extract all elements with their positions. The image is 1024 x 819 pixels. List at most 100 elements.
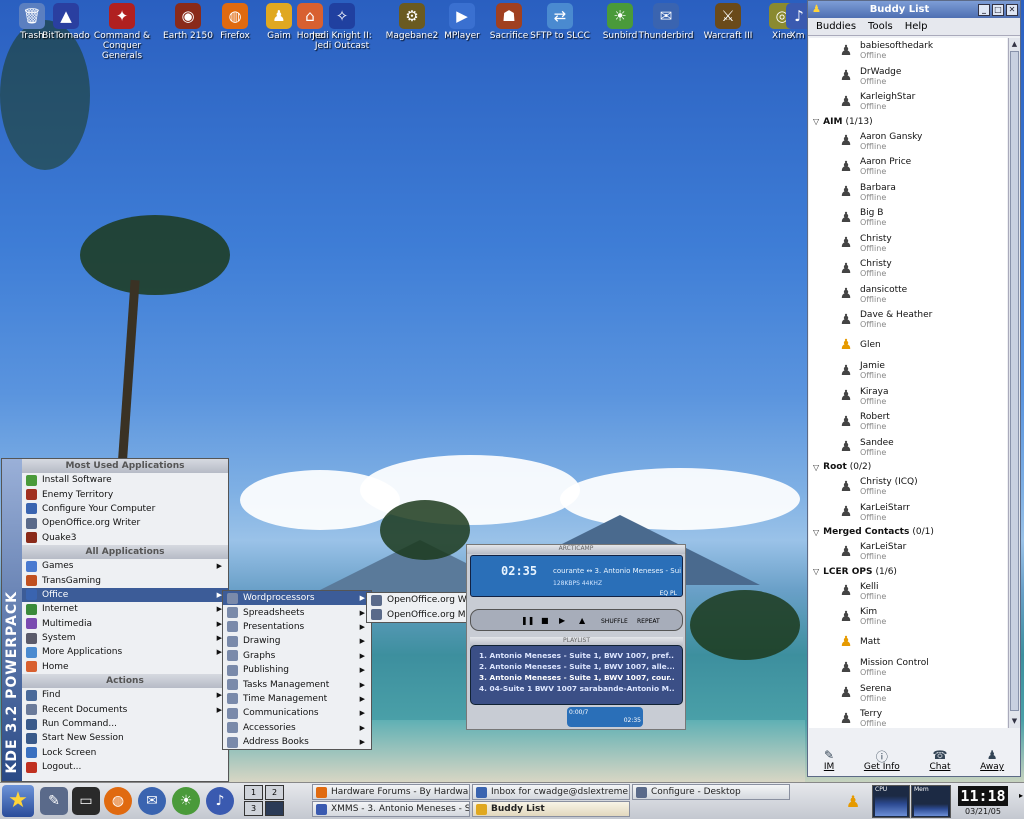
submenu-item-communications[interactable]: Communications ▶ (223, 706, 371, 720)
buddy-group[interactable]: ▽ Root (0/2) (809, 460, 1007, 474)
submenu-item-publishing[interactable]: Publishing ▶ (223, 663, 371, 677)
buddy-item[interactable]: ♟ Christy (ICQ) Offline (809, 474, 1007, 500)
minimize-icon[interactable]: _ (978, 3, 990, 16)
menu-item-start-new-session[interactable]: Start New Session (22, 731, 228, 745)
submenu-item-graphs[interactable]: Graphs ▶ (223, 649, 371, 663)
pause-icon[interactable]: ❚❚ (521, 616, 534, 625)
buddy-group[interactable]: ▽ AIM (1/13) (809, 115, 1007, 129)
submenu-item-address-books[interactable]: Address Books ▶ (223, 735, 371, 749)
repeat-button[interactable]: REPEAT (637, 618, 660, 625)
maximize-icon[interactable]: □ (992, 3, 1004, 16)
buddy-item[interactable]: ♟ Terry Offline (809, 706, 1007, 728)
get-info-button[interactable]: ⓘ Get Info (864, 748, 900, 772)
buddy-item[interactable]: ♟ Aaron Gansky Offline (809, 129, 1007, 155)
playlist-track[interactable]: 4. 04-Suite 1 BWV 1007 sarabande-Antonio… (479, 683, 674, 694)
eject-icon[interactable]: ▲ (579, 616, 585, 625)
shuffle-button[interactable]: SHUFFLE (601, 618, 628, 625)
menu-item-find[interactable]: Find ▶ (22, 688, 228, 702)
submenu-item-spreadsheets[interactable]: Spreadsheets ▶ (223, 605, 371, 619)
submenu-item-wordprocessors[interactable]: Wordprocessors ▶ (223, 591, 371, 606)
close-icon[interactable]: ✕ (1006, 3, 1018, 16)
menu-item-home[interactable]: Home (22, 660, 228, 674)
buddy-item[interactable]: ♟ Kiraya Offline (809, 384, 1007, 410)
stop-icon[interactable]: ■ (541, 616, 549, 625)
buddy-item[interactable]: ♟ Barbara Offline (809, 180, 1007, 206)
eq-button[interactable]: EQ (660, 590, 669, 597)
taskbar-task[interactable]: Inbox for cwadge@dslextreme.c (472, 784, 630, 800)
clock[interactable]: 11:18 03/21/05 (955, 785, 1011, 818)
playlist-track[interactable]: 2. Antonio Meneses - Suite 1, BWV 1007, … (479, 661, 674, 672)
menu-item-quake3[interactable]: Quake3 (22, 531, 228, 545)
chat-button[interactable]: ☎ Chat (929, 748, 950, 772)
quicklaunch-xmms-icon[interactable]: ♪ (206, 787, 234, 815)
desktop-icon[interactable]: ✧ Jedi Knight II: Jedi Outcast (312, 2, 372, 51)
menu-buddies[interactable]: Buddies (816, 21, 856, 32)
desktop-2[interactable]: 2 (265, 785, 284, 800)
buddy-item[interactable]: ♟ dansicotte Offline (809, 282, 1007, 308)
menu-item-recent-documents[interactable]: Recent Documents ▶ (22, 702, 228, 716)
desktop-icon[interactable]: ✉ Thunderbird (636, 2, 696, 41)
buddy-item[interactable]: ♟ Mission Control Offline (809, 655, 1007, 681)
panel-hide-icon[interactable]: ▸ (1019, 791, 1023, 800)
menu-item-internet[interactable]: Internet ▶ (22, 602, 228, 616)
im-button[interactable]: ✎ IM (824, 748, 834, 772)
buddy-item[interactable]: ♟ Aaron Price Offline (809, 154, 1007, 180)
kde-menu-button[interactable]: ★ (2, 785, 34, 817)
buddy-item[interactable]: ♟ Serena Offline (809, 681, 1007, 707)
buddy-list-scrollbar[interactable]: ▲ ▼ (1008, 38, 1020, 728)
menu-tools[interactable]: Tools (868, 21, 893, 32)
expand-triangle-icon[interactable]: ▽ (813, 463, 819, 472)
desktop-icon[interactable]: ✦ Command & Conquer Generals (92, 2, 152, 61)
desktop-icon[interactable]: ▲ BitTornado (36, 2, 96, 41)
buddy-item[interactable]: ♟ DrWadge Offline (809, 64, 1007, 90)
buddy-group[interactable]: ▽ Merged Contacts (0/1) (809, 525, 1007, 539)
expand-triangle-icon[interactable]: ▽ (813, 528, 819, 537)
scroll-down-icon[interactable]: ▼ (1010, 716, 1019, 727)
scroll-thumb[interactable] (1010, 51, 1019, 711)
menu-item-system[interactable]: System ▶ (22, 631, 228, 645)
buddy-item[interactable]: ♟ Jamie Offline (809, 358, 1007, 384)
buddy-item[interactable]: ♟ Matt (809, 630, 1007, 656)
buddy-group[interactable]: ▽ LCER OPS (1/6) (809, 565, 1007, 579)
menu-item-games[interactable]: Games ▶ (22, 559, 228, 573)
buddy-item[interactable]: ♟ babiesofthedark Offline (809, 38, 1007, 64)
xmms-titlebar[interactable]: ARCTICAMP (467, 545, 685, 554)
taskbar-task[interactable]: XMMS - 3. Antonio Meneses - Suit (312, 801, 470, 817)
menu-item-transgaming[interactable]: TransGaming (22, 573, 228, 587)
pl-button[interactable]: PL (670, 590, 677, 597)
away-button[interactable]: ♟ Away (980, 748, 1004, 772)
menu-item-enemy-territory[interactable]: Enemy Territory (22, 487, 228, 501)
playlist-track[interactable]: 1. Antonio Meneses - Suite 1, BWV 1007, … (479, 650, 674, 661)
buddy-item[interactable]: ♟ KarLeiStarr Offline (809, 500, 1007, 526)
buddy-item[interactable]: ♟ Sandee Offline (809, 435, 1007, 461)
buddy-item[interactable]: ♟ Glen (809, 333, 1007, 359)
buddy-item[interactable]: ♟ Dave & Heather Offline (809, 307, 1007, 333)
submenu-item-tasks-management[interactable]: Tasks Management ▶ (223, 677, 371, 691)
next-icon[interactable]: ▶ (559, 616, 565, 625)
menu-help[interactable]: Help (905, 21, 928, 32)
buddy-item[interactable]: ♟ Christy Offline (809, 256, 1007, 282)
buddy-item[interactable]: ♟ Kim Offline (809, 604, 1007, 630)
taskbar-task[interactable]: Hardware Forums - By Hardware (312, 784, 470, 800)
buddy-item[interactable]: ♟ KarLeiStar Offline (809, 539, 1007, 565)
menu-item-openoffice-org-writer[interactable]: OpenOffice.org Writer (22, 516, 228, 530)
expand-triangle-icon[interactable]: ▽ (813, 117, 819, 126)
quicklaunch-sunbird-icon[interactable]: ☀ (172, 787, 200, 815)
taskbar-task[interactable]: Buddy List (472, 801, 630, 817)
buddy-item[interactable]: ♟ Robert Offline (809, 409, 1007, 435)
buddy-list-titlebar[interactable]: ♟ Buddy List _ □ ✕ (808, 1, 1020, 18)
expand-triangle-icon[interactable]: ▽ (813, 567, 819, 576)
taskbar-task[interactable]: Configure - Desktop (632, 784, 790, 800)
desktop-icon[interactable]: ⇄ SFTP to SLCC (530, 2, 590, 41)
tray-gaim-icon[interactable]: ♟ (838, 785, 868, 818)
desktop-1[interactable]: 1 (244, 785, 263, 800)
quicklaunch-thunderbird-icon[interactable]: ✉ (138, 787, 166, 815)
desktop-4[interactable] (265, 801, 284, 816)
submenu-item-presentations[interactable]: Presentations ▶ (223, 620, 371, 634)
menu-item-more-applications[interactable]: More Applications ▶ (22, 645, 228, 659)
buddy-item[interactable]: ♟ Big B Offline (809, 205, 1007, 231)
menu-item-run-command[interactable]: Run Command... (22, 717, 228, 731)
submenu-item-accessories[interactable]: Accessories ▶ (223, 721, 371, 735)
desktop-icon[interactable]: ⚔ Warcraft III (698, 2, 758, 41)
desktop-icon[interactable]: ♪ Xm (786, 2, 808, 41)
